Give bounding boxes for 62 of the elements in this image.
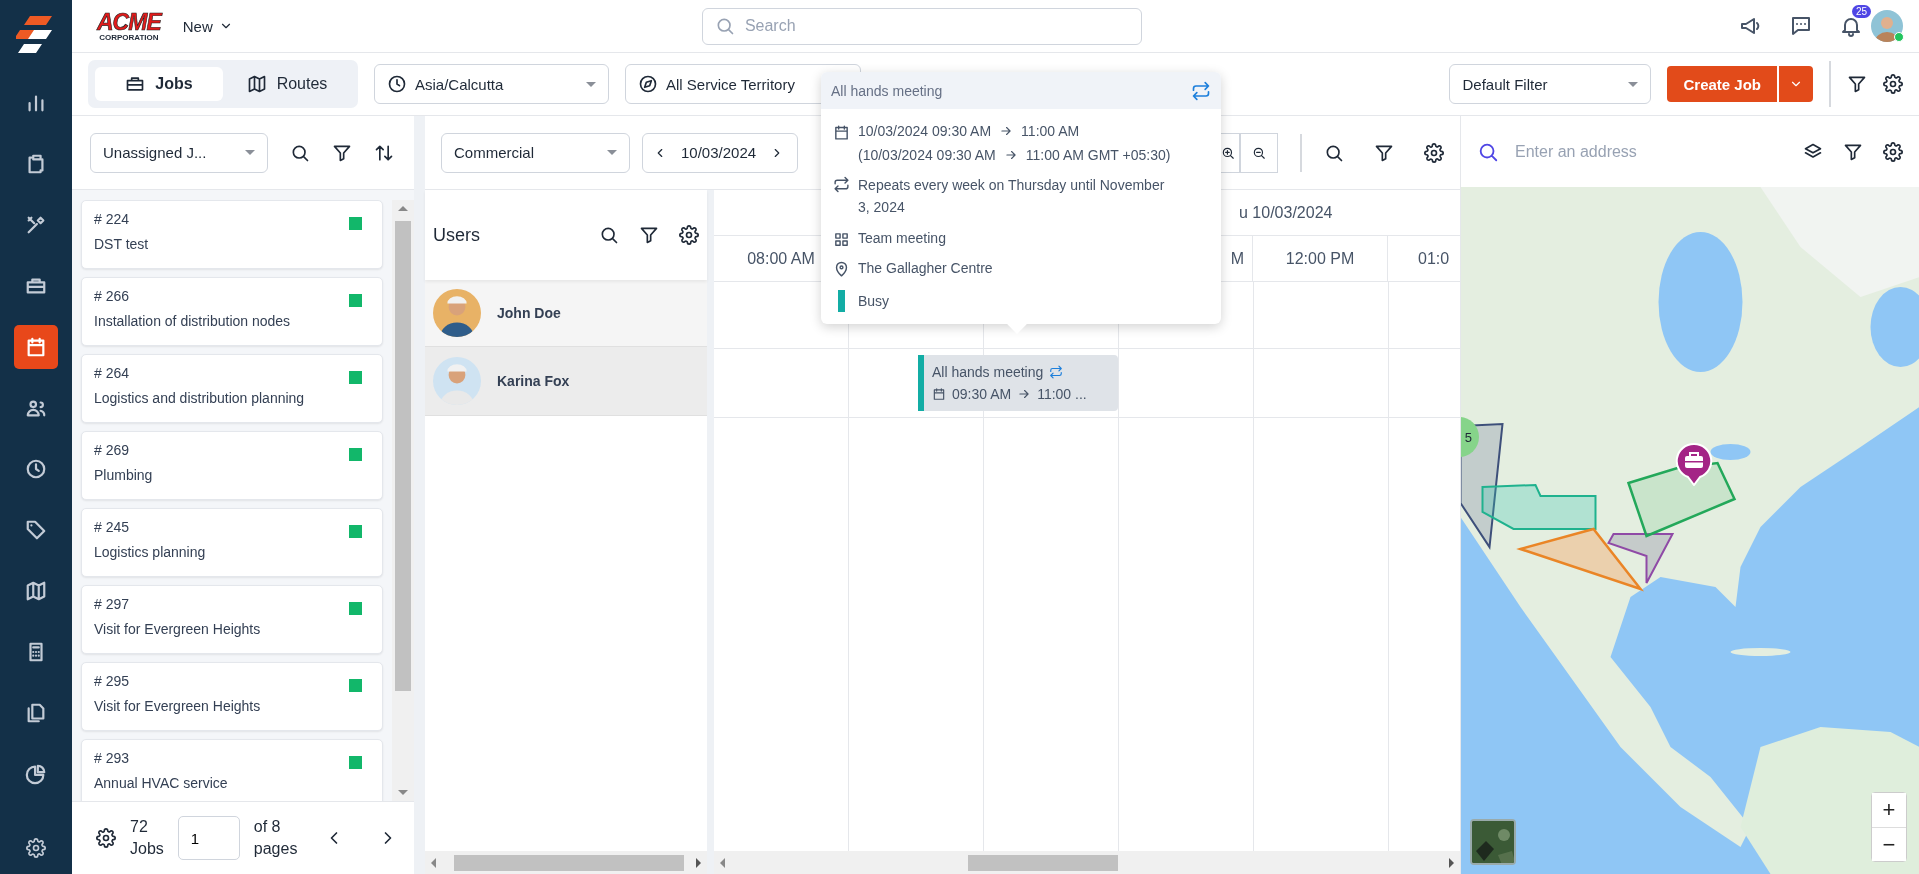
job-card[interactable]: # 224 DST test: [81, 200, 383, 269]
event-start-time: 10/03/2024 09:30 AM: [858, 123, 992, 139]
recurrence-text: Repeats every week on Thursday until November 3, 2024: [858, 176, 1166, 217]
job-title: Plumbing: [94, 467, 154, 483]
local-start-time: (10/03/2024 09:30 AM: [858, 147, 996, 163]
job-title: DST test: [94, 236, 150, 252]
users-heading: Users: [433, 224, 480, 246]
logo-subtitle: CORPORATION: [99, 33, 159, 42]
job-number: # 297: [94, 596, 131, 612]
job-number: # 295: [94, 673, 131, 689]
event-end-time: 11:00 AM: [1021, 123, 1080, 139]
view-tab[interactable]: Routes: [223, 67, 351, 101]
page-input[interactable]: 1: [177, 816, 240, 860]
job-card[interactable]: # 269 Plumbing: [81, 431, 383, 500]
user-name: John Doe: [497, 305, 561, 321]
view-tab[interactable]: Jobs: [95, 67, 223, 101]
event-start: 09:30 AM: [952, 386, 1012, 402]
job-title: Logistics planning: [94, 544, 207, 560]
map-zoom-out-button[interactable]: −: [1872, 827, 1906, 861]
new-menu[interactable]: New: [182, 17, 233, 35]
event-title: All hands meeting: [932, 364, 1044, 380]
event-block[interactable]: All hands meeting 09:30 AM 11:00 ...: [918, 355, 1118, 411]
page-count: of 8 pages: [253, 817, 296, 859]
job-number: # 264: [94, 365, 131, 381]
event-status: Busy: [858, 293, 890, 310]
job-number: # 245: [94, 519, 131, 535]
job-title: Annual HVAC service: [94, 775, 229, 791]
notification-badge: 25: [1851, 5, 1871, 18]
job-card[interactable]: # 297 Visit for Evergreen Heights: [81, 585, 383, 654]
job-title: Visit for Evergreen Heights: [94, 698, 262, 714]
time-header: 01:0: [1418, 249, 1450, 268]
company-logo: ACME: [97, 10, 161, 34]
local-end-time: 11:00 AM GMT +05:30): [1025, 147, 1171, 163]
job-number: # 224: [94, 211, 131, 227]
job-title: Installation of distribution nodes: [94, 313, 292, 329]
user-name: Karina Fox: [497, 373, 570, 389]
job-count: 72 Jobs: [130, 817, 164, 859]
job-card[interactable]: # 295 Visit for Evergreen Heights: [81, 662, 383, 731]
event-location: The Gallagher Centre: [858, 260, 993, 277]
time-header: 12:00 PM: [1285, 249, 1355, 268]
create-job-button[interactable]: Create Job: [1667, 66, 1777, 102]
job-number: # 266: [94, 288, 131, 304]
job-title: Visit for Evergreen Heights: [94, 621, 262, 637]
event-end: 11:00 ...: [1037, 386, 1087, 402]
job-number: # 269: [94, 442, 131, 458]
job-filter-dropdown[interactable]: Unassigned J...: [90, 132, 268, 173]
job-card[interactable]: # 264 Logistics and distribution planning: [81, 354, 383, 423]
category-dropdown[interactable]: Commercial: [441, 132, 630, 173]
event-type: Team meeting: [858, 230, 946, 247]
filter-dropdown[interactable]: Default Filter: [1449, 64, 1652, 104]
user-row[interactable]: John Doe: [425, 280, 707, 347]
time-header: 08:00 AM: [747, 249, 815, 268]
job-card[interactable]: # 245 Logistics planning: [81, 508, 383, 577]
date-header: u 10/03/2024: [1239, 203, 1333, 222]
job-card[interactable]: # 293 Annual HVAC service: [81, 739, 383, 801]
time-header: M: [1230, 249, 1244, 268]
job-card[interactable]: # 266 Installation of distribution nodes: [81, 277, 383, 346]
user-row[interactable]: Karina Fox: [425, 347, 707, 416]
job-title: Logistics and distribution planning: [94, 390, 306, 406]
job-number: # 293: [94, 750, 131, 766]
date-picker[interactable]: 10/03/2024: [642, 132, 798, 173]
timezone-dropdown[interactable]: Asia/Calcutta: [374, 64, 609, 104]
